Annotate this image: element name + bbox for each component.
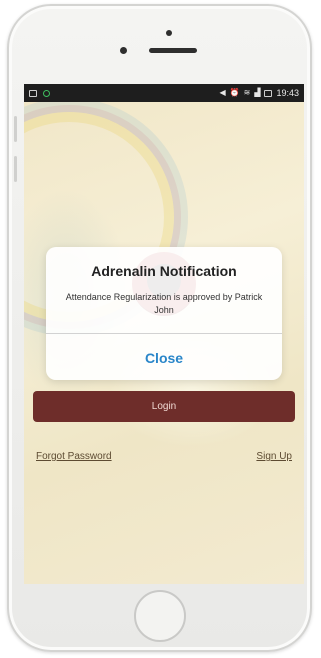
forgot-password-link[interactable]: Forgot Password: [36, 451, 112, 462]
front-camera: [120, 47, 127, 54]
phone-screen: ◀ ⏰ ≋ ▟ 19:43 Login Forgot Password Sign…: [24, 84, 304, 584]
status-time: 19:43: [276, 88, 299, 98]
volume-up-button: [14, 116, 17, 142]
sign-up-link[interactable]: Sign Up: [256, 451, 292, 462]
close-button[interactable]: Close: [46, 334, 282, 380]
earpiece-speaker: [149, 48, 197, 53]
signal-icon: ▟: [254, 88, 261, 97]
front-sensor: [166, 30, 172, 36]
wifi-icon: ≋: [243, 88, 251, 97]
home-button[interactable]: [134, 590, 186, 642]
volume-down-button: [14, 156, 17, 182]
notification-icon: [43, 89, 50, 97]
volume-icon: ◀: [219, 88, 226, 97]
login-button[interactable]: Login: [33, 391, 295, 422]
dialog-title: Adrenalin Notification: [91, 263, 237, 279]
dialog-message: Attendance Regularization is approved by…: [65, 292, 263, 315]
battery-icon: [264, 89, 273, 97]
image-icon: [29, 89, 37, 97]
alarm-icon: ⏰: [229, 88, 240, 97]
status-bar: ◀ ⏰ ≋ ▟ 19:43: [24, 84, 304, 102]
notification-dialog: Adrenalin Notification Attendance Regula…: [46, 247, 282, 380]
